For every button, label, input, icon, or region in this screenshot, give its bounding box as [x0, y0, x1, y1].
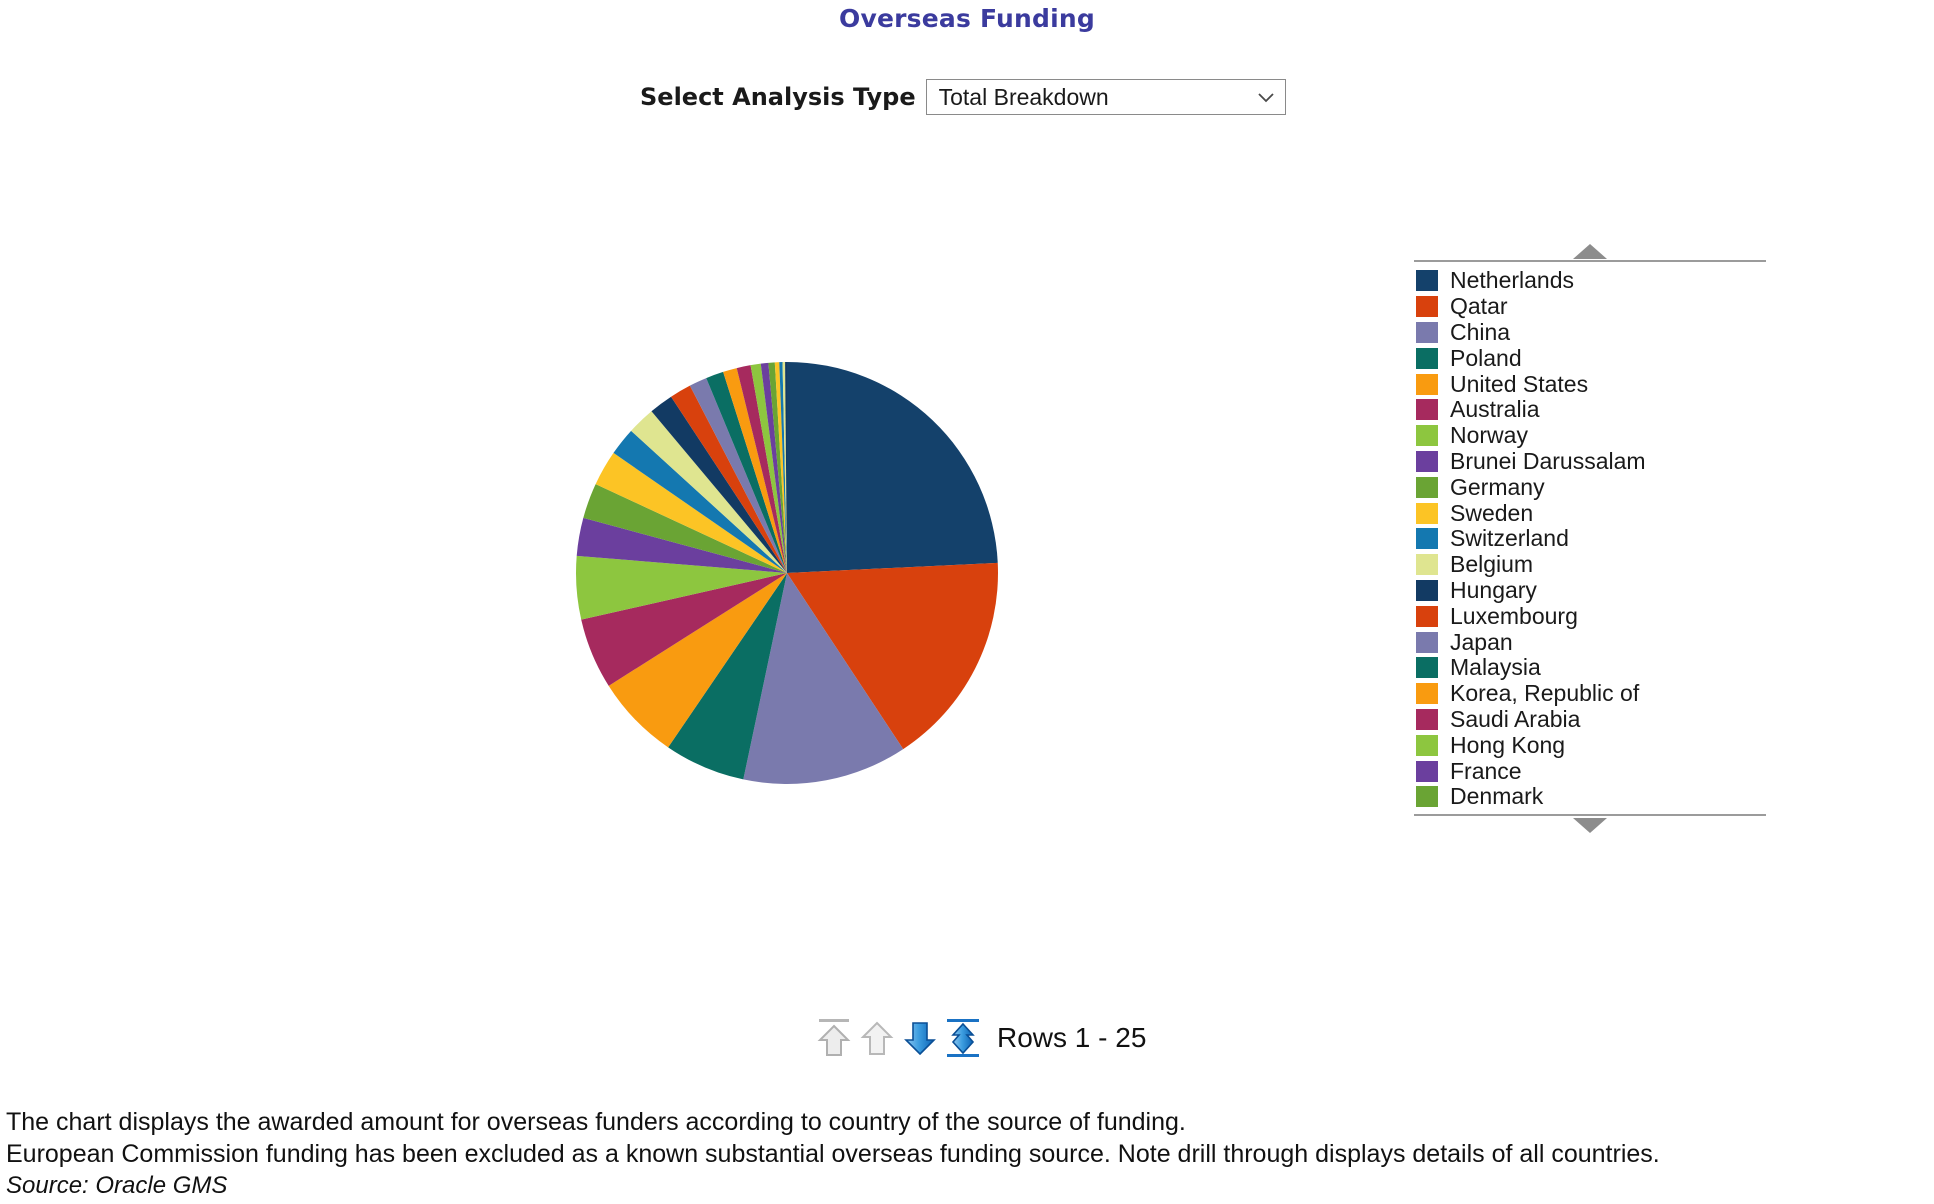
legend-item[interactable]: Norway — [1414, 423, 1766, 449]
legend-item-label: Hungary — [1450, 576, 1537, 603]
legend-item-label: Sweden — [1450, 499, 1534, 526]
legend-item[interactable]: Malaysia — [1414, 655, 1766, 681]
legend-item-label: China — [1450, 318, 1511, 345]
pie-chart-svg — [576, 362, 998, 785]
legend-color-swatch — [1416, 347, 1438, 369]
previous-page-button[interactable] — [858, 1016, 896, 1060]
last-page-button[interactable] — [944, 1016, 982, 1060]
triangle-down-icon[interactable] — [1573, 817, 1607, 833]
analysis-type-select[interactable]: Total Breakdown — [925, 79, 1286, 115]
legend-color-swatch — [1416, 579, 1438, 601]
triangle-up-icon[interactable] — [1573, 244, 1607, 259]
page-title: Overseas Funding — [839, 4, 1095, 33]
legend-item[interactable]: Luxembourg — [1414, 603, 1766, 629]
legend-color-swatch — [1416, 502, 1438, 524]
legend-item[interactable]: France — [1414, 758, 1766, 784]
rows-range-label: Rows 1 - 25 — [997, 1022, 1147, 1053]
legend-item-label: Japan — [1450, 628, 1513, 655]
chevron-down-icon — [1257, 93, 1274, 103]
pie-slice[interactable] — [787, 362, 998, 573]
legend-item-label: France — [1450, 757, 1522, 784]
legend-color-swatch — [1416, 270, 1438, 292]
legend-item[interactable]: Belgium — [1414, 552, 1766, 578]
legend-color-swatch — [1416, 760, 1438, 782]
legend-color-swatch — [1416, 321, 1438, 343]
legend-item-label: Germany — [1450, 473, 1545, 500]
footnote-line-1: The chart displays the awarded amount fo… — [6, 1108, 1186, 1136]
analysis-type-control: Select Analysis Type Total Breakdown — [640, 79, 1286, 115]
legend-bottom-divider — [1414, 813, 1766, 816]
footnote-source: Source: Oracle GMS — [6, 1172, 228, 1199]
legend-item[interactable]: Poland — [1414, 345, 1766, 371]
legend-top-divider — [1414, 260, 1766, 262]
legend-scroll-down[interactable] — [1414, 813, 1766, 836]
legend-color-swatch — [1416, 450, 1438, 472]
legend-scroll-up[interactable] — [1414, 240, 1766, 262]
legend-item-list: Netherlands Qatar China Poland United States… — [1414, 262, 1766, 814]
chart-legend: Netherlands Qatar China Poland United States… — [1414, 240, 1766, 836]
legend-item[interactable]: China — [1414, 318, 1766, 346]
legend-item[interactable]: Denmark — [1414, 784, 1766, 810]
legend-item[interactable]: Hungary — [1414, 576, 1766, 604]
analysis-type-value: Total Breakdown — [938, 83, 1109, 110]
legend-item[interactable]: Korea, Republic of — [1414, 681, 1766, 707]
legend-item-label: Australia — [1450, 396, 1540, 423]
legend-item[interactable]: Japan — [1414, 629, 1766, 655]
footnotes: The chart displays the awarded amount fo… — [6, 1106, 1934, 1202]
legend-item-label: Norway — [1450, 422, 1528, 449]
legend-color-swatch — [1416, 476, 1438, 498]
legend-color-swatch — [1416, 708, 1438, 730]
legend-item[interactable]: Saudi Arabia — [1414, 705, 1766, 733]
legend-item-label: Korea, Republic of — [1450, 680, 1640, 707]
next-page-button[interactable] — [901, 1016, 939, 1060]
legend-color-swatch — [1416, 373, 1438, 395]
legend-color-swatch — [1416, 554, 1438, 576]
legend-item-label: Saudi Arabia — [1450, 705, 1581, 732]
analysis-type-label: Select Analysis Type — [640, 83, 916, 111]
legend-item-label: Netherlands — [1450, 267, 1575, 294]
legend-item-label: Denmark — [1450, 783, 1544, 810]
legend-color-swatch — [1416, 786, 1438, 808]
legend-item[interactable]: Brunei Darussalam — [1414, 447, 1766, 475]
legend-color-swatch — [1416, 399, 1438, 421]
legend-color-swatch — [1416, 425, 1438, 447]
pie-chart[interactable] — [575, 361, 999, 785]
legend-item[interactable]: Australia — [1414, 397, 1766, 423]
legend-item[interactable]: Germany — [1414, 474, 1766, 500]
first-page-button[interactable] — [815, 1016, 853, 1060]
legend-item-label: United States — [1450, 370, 1589, 397]
legend-item[interactable]: United States — [1414, 371, 1766, 397]
legend-item[interactable]: Switzerland — [1414, 526, 1766, 552]
legend-item[interactable]: Netherlands — [1414, 268, 1766, 294]
legend-color-swatch — [1416, 734, 1438, 756]
legend-item-label: Poland — [1450, 344, 1522, 371]
pagination-controls: Rows 1 - 25 — [815, 1016, 1146, 1060]
legend-color-swatch — [1416, 631, 1438, 653]
legend-color-swatch — [1416, 683, 1438, 705]
legend-item[interactable]: Sweden — [1414, 500, 1766, 526]
legend-item-label: Belgium — [1450, 551, 1534, 578]
legend-item-label: Luxembourg — [1450, 602, 1578, 629]
legend-color-swatch — [1416, 657, 1438, 679]
footnote-line-2: European Commission funding has been exc… — [6, 1140, 1660, 1168]
legend-item[interactable]: Qatar — [1414, 294, 1766, 320]
legend-item[interactable]: Hong Kong — [1414, 732, 1766, 758]
legend-item-label: Switzerland — [1450, 525, 1569, 552]
legend-item-label: Brunei Darussalam — [1450, 447, 1646, 474]
legend-color-swatch — [1416, 528, 1438, 550]
legend-item-label: Qatar — [1450, 293, 1508, 320]
legend-item-label: Malaysia — [1450, 654, 1541, 681]
legend-color-swatch — [1416, 605, 1438, 627]
legend-item-label: Hong Kong — [1450, 731, 1566, 758]
legend-color-swatch — [1416, 296, 1438, 318]
